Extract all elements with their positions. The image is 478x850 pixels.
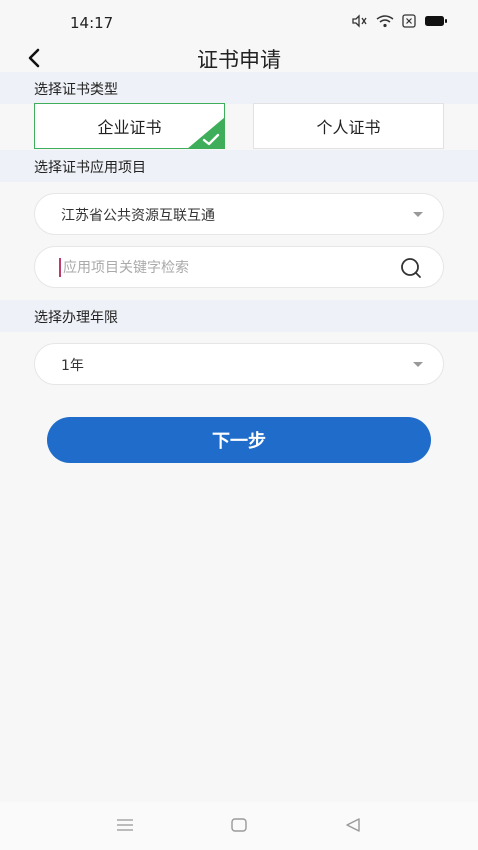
- app-bar: 证书申请: [0, 44, 478, 74]
- years-select[interactable]: 1年: [34, 343, 444, 385]
- menu-icon[interactable]: [116, 816, 134, 834]
- enterprise-cert-option[interactable]: 企业证书: [34, 103, 225, 149]
- personal-cert-option[interactable]: 个人证书: [253, 103, 444, 149]
- section-project: 选择证书应用项目: [0, 150, 478, 182]
- section-cert-type: 选择证书类型: [0, 72, 478, 104]
- status-time: 14:17: [70, 14, 114, 32]
- project-select-value: 江苏省公共资源互联互通: [61, 208, 215, 224]
- section-project-label: 选择证书应用项目: [34, 160, 146, 176]
- home-icon[interactable]: [230, 816, 248, 834]
- dropdown-arrow-icon: [413, 362, 423, 367]
- status-icons: [350, 14, 448, 28]
- project-search-input[interactable]: [61, 256, 385, 280]
- dropdown-arrow-icon: [413, 212, 423, 217]
- sim-icon: [402, 14, 416, 28]
- section-cert-type-label: 选择证书类型: [34, 82, 118, 98]
- wifi-icon: [376, 15, 394, 28]
- section-years: 选择办理年限: [0, 300, 478, 332]
- years-select-value: 1年: [61, 358, 84, 374]
- search-icon[interactable]: [399, 257, 423, 279]
- selected-check-icon: [187, 117, 225, 149]
- enterprise-cert-label: 企业证书: [97, 118, 162, 137]
- project-search-field[interactable]: [34, 246, 444, 288]
- project-select[interactable]: 江苏省公共资源互联互通: [34, 193, 444, 235]
- next-step-button[interactable]: 下一步: [47, 417, 431, 463]
- mute-icon: [352, 14, 367, 28]
- battery-icon: [425, 16, 447, 26]
- system-nav-bar: [0, 802, 478, 850]
- status-bar: 14:17: [0, 0, 478, 44]
- section-years-label: 选择办理年限: [34, 310, 118, 326]
- personal-cert-label: 个人证书: [316, 118, 381, 137]
- back-nav-icon[interactable]: [344, 816, 362, 834]
- page-title: 证书申请: [197, 48, 281, 72]
